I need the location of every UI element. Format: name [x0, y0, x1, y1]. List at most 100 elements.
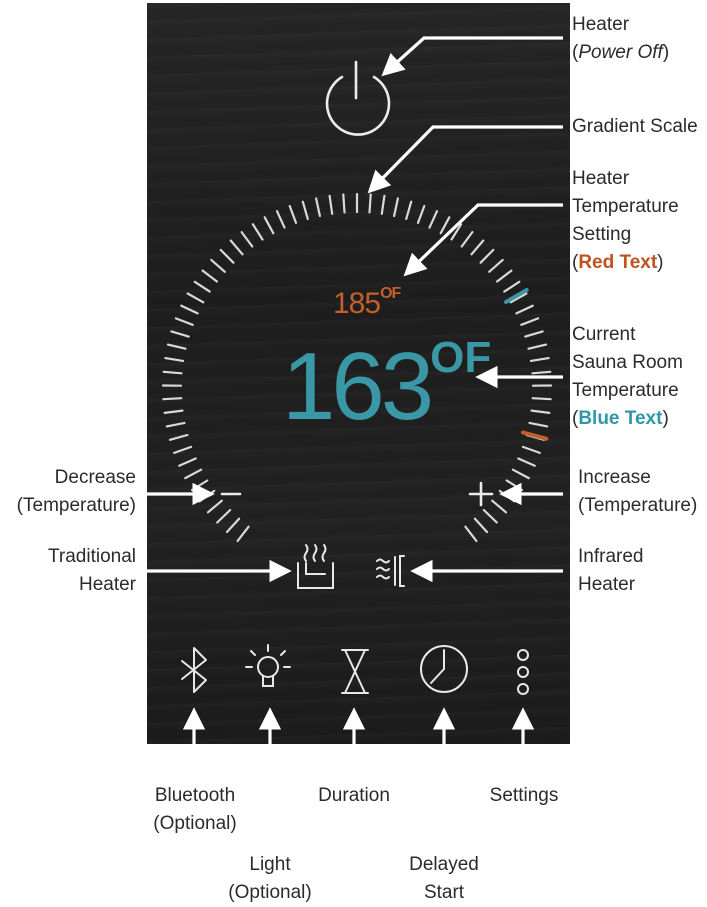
current-room-temperature: 163OF: [282, 322, 491, 437]
scale-tick: [221, 250, 234, 263]
scale-tick: [165, 358, 183, 361]
duration-label: Duration: [304, 782, 404, 810]
scale-tick: [484, 510, 497, 523]
paren-close: ): [663, 42, 669, 63]
scale-tick: [406, 202, 411, 219]
scale-tick: [481, 250, 494, 263]
increase-label: Increase (Temperature): [578, 464, 697, 520]
scale-tick: [211, 260, 225, 272]
light-icon[interactable]: [246, 645, 290, 686]
heater-temperature-setting: 185OF: [333, 287, 400, 321]
delayed-start-clock-icon[interactable]: [421, 646, 467, 692]
scale-tick: [507, 481, 522, 491]
scale-tick: [265, 217, 274, 233]
scale-tick: [181, 306, 197, 314]
infrared-line2: Heater: [578, 571, 643, 599]
scale-tick: [472, 241, 484, 255]
heater-label-line1: Heater: [572, 11, 669, 39]
scale-tick: [523, 447, 540, 453]
scale-tick: [238, 527, 249, 541]
scale-tick: [195, 282, 210, 292]
scale-tick: [192, 481, 207, 491]
current-line2: Sauna Room: [572, 349, 683, 377]
paren-close: ): [657, 252, 663, 273]
scale-tick: [174, 447, 191, 453]
current-value: 163: [282, 333, 430, 440]
scale-tick: [170, 435, 187, 440]
infrared-line1: Infrared: [578, 543, 643, 571]
scale-tick: [370, 195, 371, 213]
red-text-label: Red Text: [578, 252, 657, 273]
scale-tick: [343, 195, 344, 213]
scale-tick: [217, 510, 230, 523]
paren-close: ): [662, 408, 668, 429]
current-line4: (Blue Text): [572, 405, 683, 433]
scale-tick: [382, 196, 385, 214]
increase-line1: Increase: [578, 464, 697, 492]
scale-tick: [188, 294, 204, 303]
scale-tick: [430, 211, 438, 227]
heater-label-line2: (Power Off): [572, 39, 669, 67]
decrease-line1: Decrease: [0, 464, 136, 492]
scale-tick: [533, 398, 551, 399]
scale-tick: [164, 372, 182, 374]
gradient-scale-label: Gradient Scale: [572, 113, 698, 141]
scale-tick: [521, 318, 538, 324]
settings-dots-icon[interactable]: [518, 650, 528, 694]
duration-hourglass-icon[interactable]: [342, 650, 368, 693]
traditional-heater-icon[interactable]: [298, 545, 333, 588]
scale-tick: [185, 470, 201, 478]
delayed-line1: Delayed: [398, 851, 490, 879]
scale-tick: [504, 282, 519, 292]
blue-text-label: Blue Text: [578, 408, 662, 429]
scale-tick: [489, 260, 503, 272]
scale-tick: [525, 331, 542, 336]
bluetooth-icon[interactable]: [182, 648, 206, 692]
infrared-heater-label: Infrared Heater: [578, 543, 643, 599]
scale-tick: [532, 411, 550, 413]
scale-tick: [303, 202, 308, 219]
delayed-start-label: Delayed Start: [398, 851, 490, 907]
scale-tick: [492, 501, 506, 513]
increase-line2: (Temperature): [578, 492, 697, 520]
scale-tick: [208, 501, 222, 513]
setpoint-value: 185: [333, 287, 380, 320]
scale-tick: [179, 459, 196, 466]
current-line3: Temperature: [572, 377, 683, 405]
scale-tick: [203, 271, 217, 282]
traditional-line1: Traditional: [0, 543, 136, 571]
scale-tick: [176, 318, 193, 324]
bluetooth-label: Bluetooth (Optional): [140, 782, 250, 838]
infrared-heater-icon[interactable]: [377, 556, 404, 586]
setting-line3: Setting: [572, 221, 679, 249]
setting-line4: (Red Text): [572, 249, 679, 277]
current-unit: OF: [430, 333, 491, 382]
current-temperature-label: Current Sauna Room Temperature (Blue Tex…: [572, 321, 683, 433]
light-line1: Light: [214, 851, 326, 879]
scale-tick: [330, 196, 333, 214]
scale-tick: [529, 345, 547, 349]
increase-button[interactable]: [470, 483, 492, 505]
scale-tick: [167, 423, 185, 427]
scale-tick: [227, 519, 239, 532]
temperature-setting-label: Heater Temperature Setting (Red Text): [572, 165, 679, 277]
power-icon[interactable]: [327, 62, 389, 135]
callout-arrows: [147, 38, 563, 853]
scale-tick: [242, 232, 253, 246]
setting-line2: Temperature: [572, 193, 679, 221]
traditional-heater-label: Traditional Heater: [0, 543, 136, 599]
scale-tick: [277, 211, 285, 227]
scale-tick: [394, 198, 398, 216]
scale-tick: [531, 358, 549, 361]
scale-tick: [497, 271, 511, 282]
decrease-label: Decrease (Temperature): [0, 464, 136, 520]
scale-tick: [165, 411, 183, 413]
scale-tick: [462, 232, 473, 246]
bluetooth-line1: Bluetooth: [140, 782, 250, 810]
settings-label: Settings: [478, 782, 570, 810]
scale-tick: [253, 224, 263, 239]
scale-tick: [475, 519, 487, 532]
scale-tick: [516, 306, 532, 314]
decrease-line2: (Temperature): [0, 492, 136, 520]
scale-tick: [171, 331, 188, 336]
